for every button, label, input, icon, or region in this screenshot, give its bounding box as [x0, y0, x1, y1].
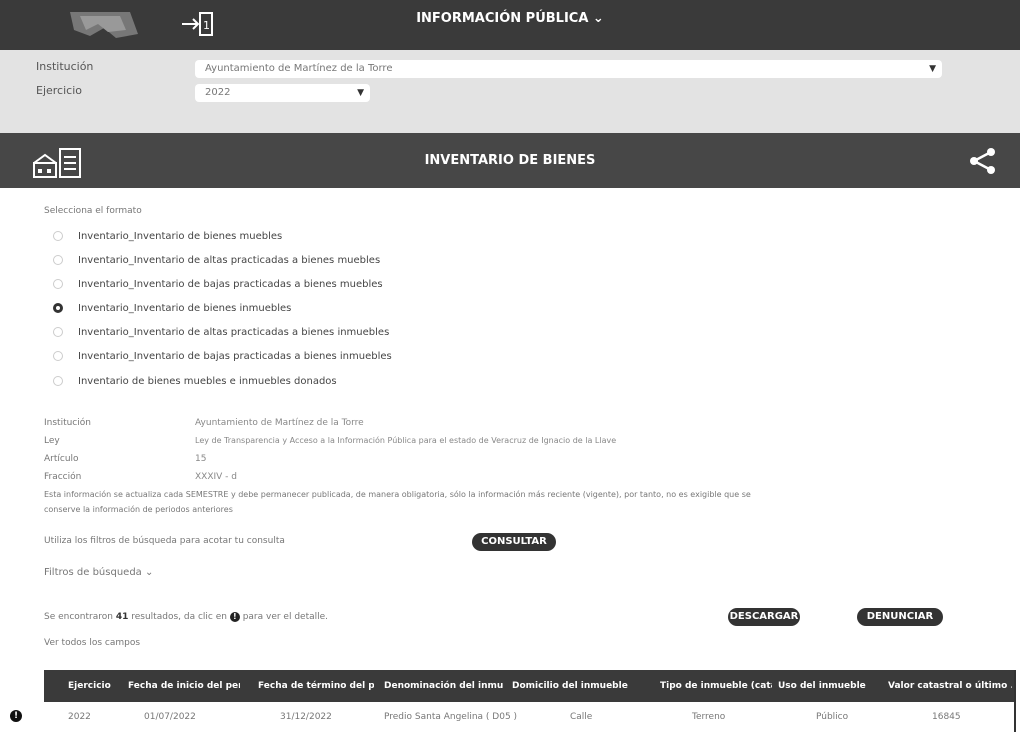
query-hint: Utiliza los filtros de búsqueda para aco…: [44, 536, 285, 546]
col-header[interactable]: Tipo de inmueble (catál...: [660, 670, 772, 702]
ver-todos-link[interactable]: Ver todos los campos: [44, 638, 140, 648]
row-info-icon[interactable]: !: [10, 710, 22, 722]
institucion-select-value: Ayuntamiento de Martínez de la Torre: [205, 63, 393, 74]
col-header[interactable]: Uso del inmueble: [778, 670, 866, 702]
meta-ley-label: Ley: [44, 436, 60, 446]
institucion-label: Institución: [36, 60, 94, 73]
table-cell: Público: [816, 712, 849, 722]
results-text-end: para ver el detalle.: [242, 612, 329, 622]
radio-icon[interactable]: [53, 279, 63, 289]
col-header[interactable]: Ejercicio: [68, 670, 128, 702]
filters-panel: Institución Ayuntamiento de Martínez de …: [0, 50, 1020, 133]
results-count: 41: [115, 612, 129, 622]
topbar-title[interactable]: INFORMACIÓN PÚBLICA ⌄: [0, 0, 1020, 50]
top-bar: 1 INFORMACIÓN PÚBLICA ⌄: [0, 0, 1020, 50]
info-icon: !: [229, 612, 240, 622]
institucion-select[interactable]: Ayuntamiento de Martínez de la Torre ▼: [195, 60, 942, 78]
radio-icon[interactable]: [53, 327, 63, 337]
denunciar-button[interactable]: DENUNCIAR: [857, 608, 943, 626]
radio-icon[interactable]: [53, 231, 63, 241]
results-summary: Se encontraron 41 resultados, da clic en…: [44, 612, 328, 622]
section-title: INVENTARIO DE BIENES: [424, 153, 596, 168]
table-header: Ejercicio Fecha de inicio del peri... Fe…: [44, 670, 1014, 702]
meta-articulo-label: Artículo: [44, 454, 79, 464]
col-header[interactable]: Domicilio del inmueble:...: [512, 670, 628, 702]
radio-selected-icon[interactable]: [53, 303, 63, 313]
update-note-line2: conserve la información de periodos ante…: [44, 505, 233, 514]
table-row: ! 2022 01/07/2022 31/12/2022 Predio Sant…: [10, 702, 1014, 732]
col-header[interactable]: Fecha de inicio del peri...: [128, 670, 240, 702]
table-cell: 2022: [68, 712, 91, 722]
caret-down-icon: ▼: [929, 64, 936, 74]
results-prefix: Se encontraron: [44, 612, 113, 622]
meta-institucion-label: Institución: [44, 418, 91, 428]
format-option-label: Inventario de bienes muebles e inmuebles…: [78, 376, 337, 387]
share-icon[interactable]: [968, 147, 998, 175]
format-option-0[interactable]: Inventario_Inventario de bienes muebles: [53, 231, 282, 247]
format-option-3[interactable]: Inventario_Inventario de bienes inmueble…: [53, 303, 291, 319]
format-option-6[interactable]: Inventario de bienes muebles e inmuebles…: [53, 376, 337, 392]
col-header[interactable]: Fecha de término del p...: [258, 670, 374, 702]
radio-icon[interactable]: [53, 351, 63, 361]
table-cell: 16845: [932, 712, 961, 722]
caret-down-icon: ▼: [357, 88, 364, 98]
ejercicio-select-value: 2022: [205, 87, 231, 98]
format-option-label: Inventario_Inventario de altas practicad…: [78, 327, 390, 338]
meta-articulo-value: 15: [195, 454, 207, 464]
meta-fraccion-value: XXXIV - d: [195, 472, 237, 482]
format-option-label: Inventario_Inventario de altas practicad…: [78, 255, 381, 266]
table-cell: Predio Santa Angelina ( D05 ): [384, 712, 518, 722]
descargar-button[interactable]: DESCARGAR: [728, 608, 800, 626]
col-header[interactable]: Denominación del inmu...: [384, 670, 504, 702]
format-prompt: Selecciona el formato: [44, 206, 142, 216]
radio-icon[interactable]: [53, 255, 63, 265]
section-header: INVENTARIO DE BIENES: [0, 133, 1020, 188]
col-header[interactable]: Valor catastral o último ...: [888, 670, 1012, 702]
consultar-button[interactable]: CONSULTAR: [472, 533, 556, 551]
format-option-label: Inventario_Inventario de bienes muebles: [78, 231, 283, 242]
radio-icon[interactable]: [53, 376, 63, 386]
table-border: [1014, 670, 1016, 732]
table-cell: 01/07/2022: [144, 712, 196, 722]
update-note-line1: Esta información se actualiza cada SEMES…: [44, 490, 751, 499]
ejercicio-label: Ejercicio: [36, 84, 82, 97]
table-cell: Terreno: [692, 712, 726, 722]
table-cell: Calle: [570, 712, 593, 722]
format-option-label: Inventario_Inventario de bajas practicad…: [78, 279, 383, 290]
search-filters-toggle[interactable]: Filtros de búsqueda ⌄: [44, 567, 153, 578]
ejercicio-select[interactable]: 2022 ▼: [195, 84, 370, 102]
format-option-2[interactable]: Inventario_Inventario de bajas practicad…: [53, 279, 383, 295]
meta-institucion-value: Ayuntamiento de Martínez de la Torre: [195, 418, 364, 428]
results-text: resultados, da clic en: [131, 612, 227, 622]
meta-fraccion-label: Fracción: [44, 472, 82, 482]
format-option-label: Inventario_Inventario de bienes inmueble…: [78, 303, 292, 314]
format-option-4[interactable]: Inventario_Inventario de altas practicad…: [53, 327, 389, 343]
table-cell: 31/12/2022: [280, 712, 332, 722]
format-option-1[interactable]: Inventario_Inventario de altas practicad…: [53, 255, 380, 271]
format-option-5[interactable]: Inventario_Inventario de bajas practicad…: [53, 351, 392, 367]
format-option-label: Inventario_Inventario de bajas practicad…: [78, 351, 392, 362]
meta-ley-value: Ley de Transparencia y Acceso a la Infor…: [195, 436, 617, 445]
